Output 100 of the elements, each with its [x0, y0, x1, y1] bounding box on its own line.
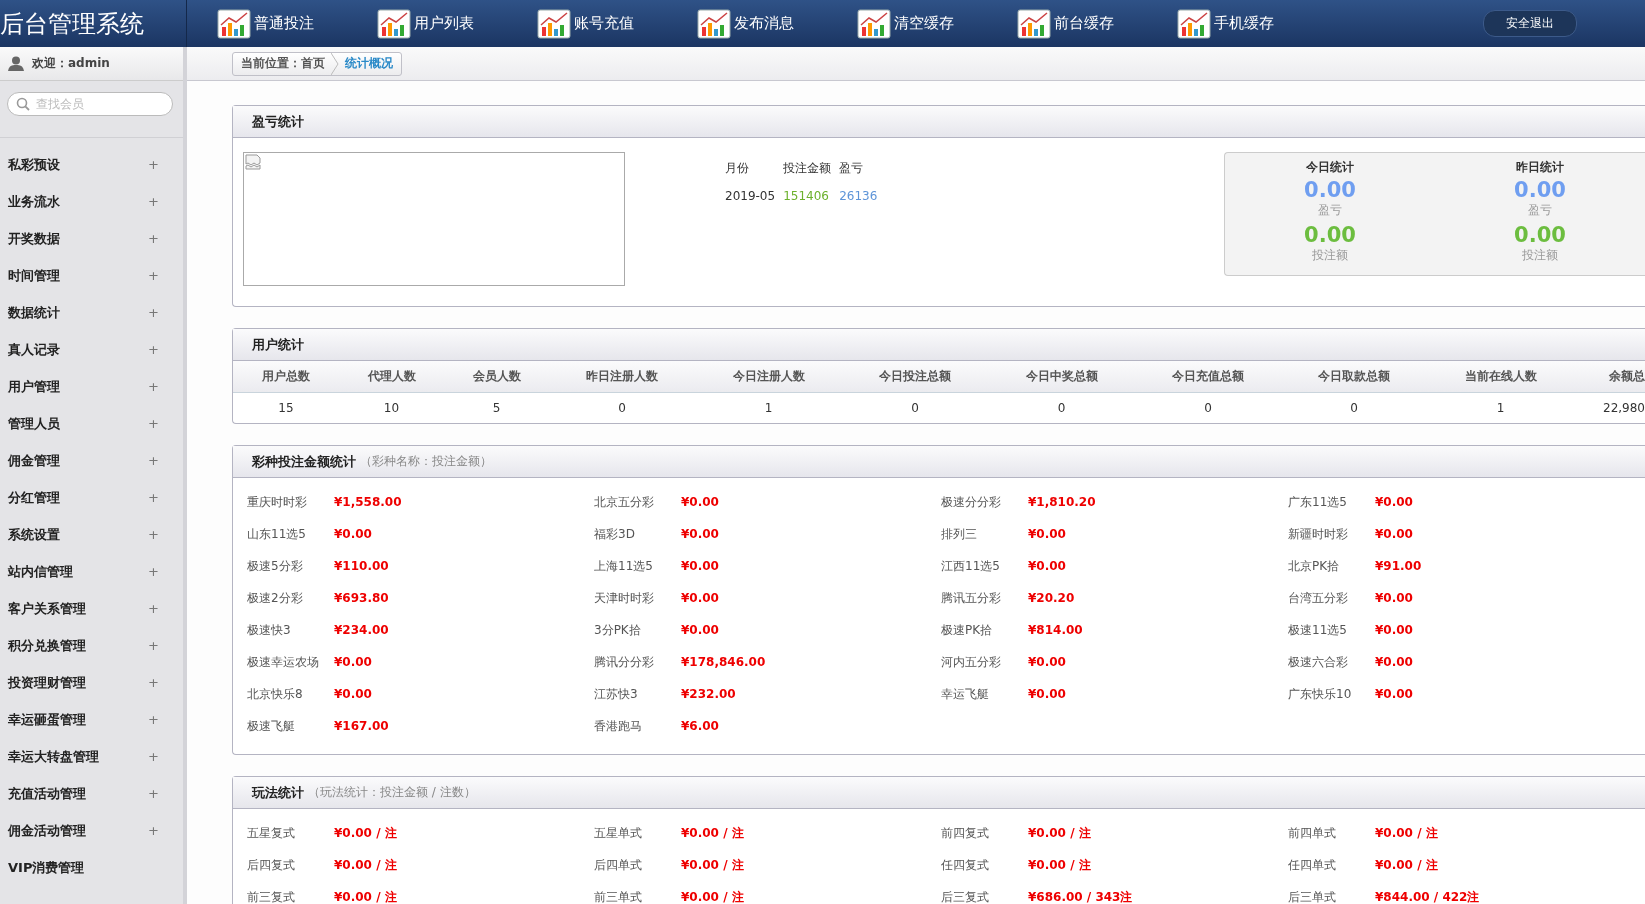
- table-cell-text: 0: [910, 400, 920, 417]
- nav-link[interactable]: 用户列表: [377, 8, 537, 39]
- menu-item[interactable]: 真人记录 +: [0, 331, 183, 368]
- item-amount: ¥844.00 / 422注: [1375, 888, 1480, 904]
- item-amount: ¥0.00: [1375, 687, 1413, 701]
- chart-icon: [377, 8, 411, 39]
- nav-link[interactable]: 手机缓存: [1177, 8, 1337, 39]
- menu-item[interactable]: 幸运砸蛋管理 +: [0, 701, 183, 738]
- expand-icon[interactable]: +: [148, 564, 159, 579]
- bet-label: 投注额: [1312, 247, 1348, 264]
- menu-item[interactable]: 数据统计 +: [0, 294, 183, 331]
- menu-item[interactable]: 投资理财管理 +: [0, 664, 183, 701]
- menu-item[interactable]: 佣金活动管理 +: [0, 812, 183, 849]
- logout-button[interactable]: 安全退出: [1483, 10, 1577, 37]
- user-icon: [8, 56, 24, 71]
- item-amount: ¥0.00 / 注: [681, 824, 744, 842]
- expand-icon[interactable]: +: [148, 601, 159, 616]
- expand-icon[interactable]: +: [148, 527, 159, 542]
- table-cell-text: 0: [1349, 400, 1359, 417]
- search-field[interactable]: 查找会员: [7, 92, 173, 116]
- item-amount: ¥234.00: [334, 623, 389, 637]
- table-cell-text: 1: [763, 400, 774, 417]
- expand-icon[interactable]: +: [148, 416, 159, 431]
- menu-item[interactable]: 管理人员 +: [0, 405, 183, 442]
- nav-link[interactable]: 清空缓存: [857, 8, 1017, 39]
- expand-icon[interactable]: +: [148, 305, 159, 320]
- item-name: 山东11选5: [247, 525, 307, 543]
- expand-icon[interactable]: +: [148, 490, 159, 505]
- panel-note: （彩种名称：投注金额）: [360, 453, 492, 470]
- menu-item[interactable]: 开奖数据 +: [0, 220, 183, 257]
- menu-item[interactable]: VIP消费管理: [0, 849, 183, 886]
- nav-link[interactable]: 前台缓存: [1017, 8, 1177, 39]
- expand-icon[interactable]: +: [148, 786, 159, 801]
- menu-item[interactable]: 幸运大转盘管理 +: [0, 738, 183, 775]
- item-amount: ¥0.00 / 注: [1028, 824, 1091, 842]
- menu-item[interactable]: 充值活动管理 +: [0, 775, 183, 812]
- table-cell-text: 26136: [838, 188, 879, 205]
- menu-item[interactable]: 用户管理 +: [0, 368, 183, 405]
- item-amount: ¥0.00: [681, 527, 719, 541]
- item-name: 极速快3: [247, 621, 292, 639]
- menu-item[interactable]: 站内信管理 +: [0, 553, 183, 590]
- item-amount: ¥0.00: [1028, 527, 1066, 541]
- bet-value: 0.00: [1514, 223, 1566, 247]
- expand-icon[interactable]: +: [148, 194, 159, 209]
- item-amount: ¥0.00 / 注: [681, 856, 744, 874]
- summary-title: 今日统计: [1306, 159, 1354, 176]
- profit-value: 0.00: [1514, 178, 1566, 202]
- menu-item[interactable]: 客户关系管理 +: [0, 590, 183, 627]
- item-name: 极速六合彩: [1288, 653, 1349, 671]
- item-amount: ¥0.00 / 注: [334, 824, 397, 842]
- item-amount: ¥20.20: [1028, 591, 1075, 605]
- menu-item[interactable]: 系统设置 +: [0, 516, 183, 553]
- menu-item[interactable]: 分红管理 +: [0, 479, 183, 516]
- item-name: 前三单式: [594, 888, 643, 904]
- expand-icon[interactable]: +: [148, 342, 159, 357]
- item-amount: ¥686.00 / 343注: [1028, 888, 1133, 904]
- item-name: 极速2分彩: [247, 589, 304, 607]
- expand-icon[interactable]: +: [148, 379, 159, 394]
- breadcrumb-link[interactable]: 统计概况: [345, 55, 393, 72]
- column-header: 会员人数: [444, 361, 549, 393]
- menu-item[interactable]: 佣金管理 +: [0, 442, 183, 479]
- menu-item[interactable]: 时间管理 +: [0, 257, 183, 294]
- item-amount: ¥0.00 / 注: [1375, 856, 1438, 874]
- expand-icon[interactable]: +: [148, 157, 159, 172]
- expand-icon[interactable]: +: [148, 675, 159, 690]
- table-cell-text: 5: [491, 400, 502, 417]
- column-header: 今日中奖总额: [988, 361, 1135, 393]
- column-header: 今日充值总额: [1135, 361, 1281, 393]
- breadcrumb-link[interactable]: 首页: [301, 55, 325, 72]
- expand-icon[interactable]: +: [148, 268, 159, 283]
- expand-icon[interactable]: +: [148, 638, 159, 653]
- item-name: 北京快乐8: [247, 685, 304, 703]
- item-amount: ¥0.00 / 注: [1028, 856, 1091, 874]
- item-name: 排列三: [941, 525, 978, 543]
- profit-value: 0.00: [1304, 178, 1356, 202]
- nav-link[interactable]: 普通投注: [217, 8, 377, 39]
- item-name: 北京PK拾: [1288, 557, 1341, 575]
- broken-image-icon: [245, 154, 261, 170]
- expand-icon[interactable]: +: [148, 231, 159, 246]
- profit-label: 盈亏: [1318, 202, 1342, 219]
- breadcrumb-separator: [331, 52, 339, 75]
- item-name: 广东快乐10: [1288, 685, 1353, 703]
- expand-icon[interactable]: +: [148, 749, 159, 764]
- table-cell-text: 0: [617, 400, 627, 417]
- menu-item[interactable]: 积分兑换管理 +: [0, 627, 183, 664]
- panel-title: 彩种投注金额统计: [252, 452, 356, 471]
- table-cell-text: 0: [1203, 400, 1213, 417]
- column-header: 昨日注册人数: [549, 361, 695, 393]
- item-amount: ¥814.00: [1028, 623, 1083, 637]
- menu-item[interactable]: 业务流水 +: [0, 183, 183, 220]
- menu-item[interactable]: 私彩预设 +: [0, 146, 183, 183]
- nav-link[interactable]: 账号充值: [537, 8, 697, 39]
- column-header: 当前在线人数: [1427, 361, 1574, 393]
- chart-icon: [1177, 8, 1211, 39]
- item-name: 香港跑马: [594, 717, 643, 735]
- nav-link[interactable]: 发布消息: [697, 8, 857, 39]
- expand-icon[interactable]: +: [148, 453, 159, 468]
- item-amount: ¥0.00: [681, 591, 719, 605]
- expand-icon[interactable]: +: [148, 712, 159, 727]
- expand-icon[interactable]: +: [148, 823, 159, 838]
